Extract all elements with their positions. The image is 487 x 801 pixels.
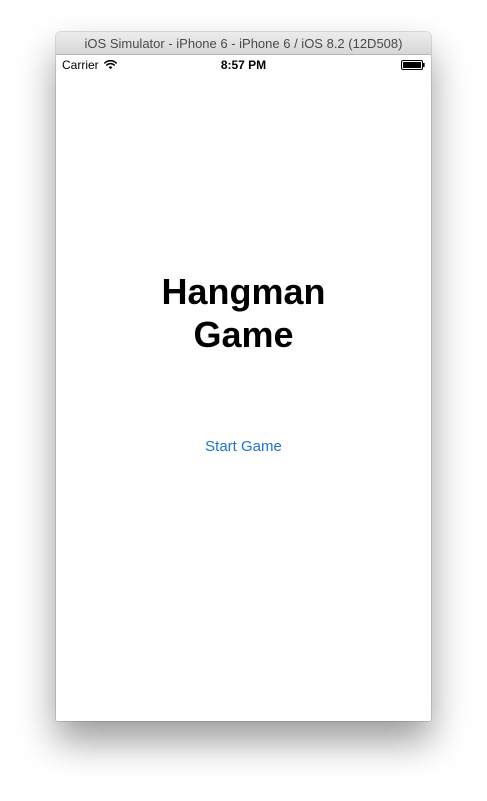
window-titlebar[interactable]: iOS Simulator - iPhone 6 - iPhone 6 / iO… [56,32,431,55]
game-title-line-2: Game [193,314,294,355]
window-title: iOS Simulator - iPhone 6 - iPhone 6 / iO… [84,35,403,51]
game-title: Hangman Game [56,270,431,356]
status-time: 8:57 PM [220,58,267,72]
simulator-window: iOS Simulator - iPhone 6 - iPhone 6 / iO… [56,32,431,721]
status-bar: Carrier 8:57 PM [56,55,431,75]
device-screen: Carrier 8:57 PM Hangman Game Start Game [56,55,431,721]
desktop-background: iOS Simulator - iPhone 6 - iPhone 6 / iO… [0,0,487,801]
battery-icon [401,60,425,70]
game-title-line-1: Hangman [161,271,326,312]
start-game-button[interactable]: Start Game [56,438,431,455]
